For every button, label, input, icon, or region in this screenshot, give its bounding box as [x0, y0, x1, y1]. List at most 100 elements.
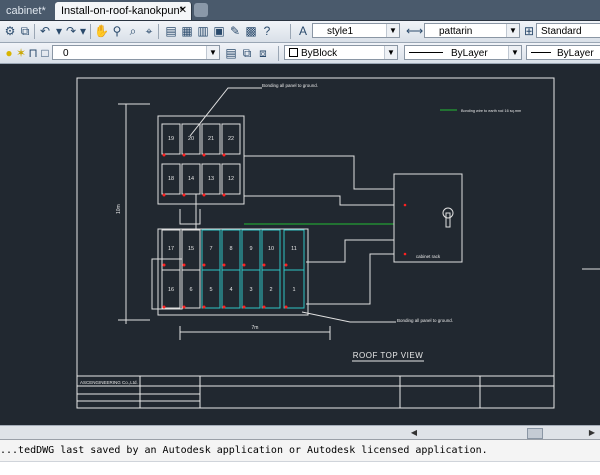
standard-toolbar: ⚙ ⧉ ↶ ▾ ↷ ▾ ✋ ⚲ ⌕ ⌖ ▤ ▦ ▥ ▣ ✎ ▩ ? A styl…: [0, 21, 600, 43]
chevron-down-icon[interactable]: ▼: [384, 46, 397, 59]
zoom-window-icon[interactable]: ⌕: [126, 24, 140, 38]
leader-line-top: [189, 87, 262, 137]
chevron-down-icon[interactable]: ▼: [508, 46, 521, 59]
text-style-value: style1: [327, 26, 354, 37]
dimension-style-select[interactable]: pattarin ▼: [424, 23, 520, 38]
layer-value: 0: [63, 48, 69, 59]
zoom-realtime-icon[interactable]: ⚲: [110, 24, 124, 38]
tab-label: Install-on-roof-kanokpun*: [61, 5, 184, 17]
layer-previous-icon[interactable]: ⧈: [256, 46, 270, 60]
color-swatch: [289, 48, 298, 57]
tab-install-on-roof[interactable]: Install-on-roof-kanokpun* ✕: [55, 2, 192, 20]
scrollbar-thumb[interactable]: [527, 428, 543, 439]
panel-number: 20: [188, 136, 194, 142]
dimension-style-value: pattarin: [439, 26, 473, 37]
chevron-down-icon[interactable]: ▼: [506, 24, 519, 37]
tab-cabinet[interactable]: cabinet*: [0, 2, 57, 20]
drawing-canvas[interactable]: ASCENGINEERING Co.,Ltd. 19 20 21 22 18 1…: [0, 64, 600, 425]
toolbar-separator: [90, 24, 91, 39]
panel-number: 11: [291, 246, 297, 252]
text-style-select[interactable]: style1 ▼: [312, 23, 400, 38]
calculator-icon[interactable]: ▩: [244, 24, 258, 38]
dimension-horizontal: 7m: [252, 325, 259, 331]
text-style-icon[interactable]: A: [296, 24, 310, 38]
markup-icon[interactable]: ✎: [228, 24, 242, 38]
scroll-left-icon[interactable]: ◀: [408, 427, 420, 438]
lower-panels: [201, 229, 305, 309]
panel-number: 19: [168, 136, 174, 142]
help-icon[interactable]: ?: [260, 24, 274, 38]
make-current-layer-icon[interactable]: ⧉: [240, 46, 254, 60]
panel-number: 12: [228, 176, 234, 182]
close-icon[interactable]: ✕: [179, 2, 187, 20]
undo-icon[interactable]: ↶: [38, 24, 52, 38]
chevron-down-icon[interactable]: ▾: [76, 24, 90, 38]
panel-number: 4: [229, 287, 232, 293]
linetype-select[interactable]: ByLayer ▼: [404, 45, 522, 60]
title-block-company: ASCENGINEERING Co.,Ltd.: [80, 380, 138, 385]
cabinet-label: cabinet rack: [416, 254, 441, 259]
panel-number: 14: [188, 176, 194, 182]
zoom-previous-icon[interactable]: ⌖: [142, 24, 156, 38]
panel-number: 22: [228, 136, 234, 142]
panel-number: 6: [189, 287, 192, 293]
sheet-border: [76, 77, 555, 409]
layer-color-icon[interactable]: □: [38, 46, 52, 60]
chevron-down-icon[interactable]: ▼: [206, 46, 219, 59]
command-line: ...tedDWG last saved by an Autodesk appl…: [0, 439, 600, 475]
panel-number: 21: [208, 136, 214, 142]
cabinet-handle: [445, 212, 451, 228]
lower-array-outline: [151, 258, 183, 310]
panel-number: 8: [229, 246, 232, 252]
pan-hand-icon[interactable]: ✋: [94, 24, 109, 38]
lineweight-select[interactable]: ByLayer: [526, 45, 600, 60]
view-title: ROOF TOP VIEW: [353, 351, 424, 360]
panel-number: 17: [168, 246, 174, 252]
color-value: ByBlock: [301, 48, 338, 59]
layer-select[interactable]: 0 ▼: [52, 45, 220, 60]
panel-number: 7: [209, 246, 212, 252]
scroll-right-icon[interactable]: ▶: [586, 427, 598, 438]
linetype-value: ByLayer: [451, 48, 488, 59]
upper-terminals: [162, 153, 226, 197]
tool-palettes-icon[interactable]: ▥: [196, 24, 210, 38]
toolbar-separator: [158, 24, 159, 39]
upper-panels-row1: [161, 123, 241, 195]
panel-number: 3: [249, 287, 252, 293]
cabinet-terminals: [403, 203, 407, 256]
design-center-icon[interactable]: ▦: [180, 24, 194, 38]
panel-number: 9: [249, 246, 252, 252]
new-tab-button[interactable]: [194, 3, 208, 17]
toolbar-separator: [34, 24, 35, 39]
table-style-select[interactable]: Standard: [536, 23, 600, 38]
sheet-set-icon[interactable]: ▣: [212, 24, 226, 38]
layers-toolbar: ● ✶ ⊓ □ 0 ▼ ▤ ⧉ ⧈ ByBlock ▼ ByLayer ▼ By…: [0, 43, 600, 64]
annotation-top: Bonding all panel to ground.: [262, 83, 318, 88]
panel-number: 5: [209, 287, 212, 293]
match-properties-icon[interactable]: ⚙: [3, 24, 17, 38]
panel-number: 13: [208, 176, 214, 182]
panel-number: 16: [168, 287, 174, 293]
chevron-down-icon[interactable]: ▼: [386, 24, 399, 37]
panel-number: 10: [268, 246, 274, 252]
table-style-icon[interactable]: ⊞: [522, 24, 536, 38]
cabinet-rack: [393, 173, 463, 263]
toolbar-separator: [290, 24, 291, 39]
panel-number: 18: [168, 176, 174, 182]
panel-number: 1: [292, 287, 295, 293]
copy-icon[interactable]: ⧉: [18, 24, 32, 38]
command-history-text: ...tedDWG last saved by an Autodesk appl…: [0, 445, 488, 456]
dimension-vertical: 10m: [116, 204, 122, 214]
panel-number: 2: [269, 287, 272, 293]
file-tab-bar: cabinet* Install-on-roof-kanokpun* ✕: [0, 0, 600, 21]
horizontal-scrollbar[interactable]: ◀ ▶: [0, 425, 600, 439]
upper-array-outline: [157, 115, 245, 205]
lineweight-value: ByLayer: [557, 48, 594, 59]
layer-properties-icon[interactable]: ▤: [224, 46, 238, 60]
properties-icon[interactable]: ▤: [164, 24, 178, 38]
color-select[interactable]: ByBlock ▼: [284, 45, 398, 60]
linetype-sample: [409, 52, 443, 53]
panel-number: 15: [188, 246, 194, 252]
dimension-style-icon[interactable]: ⟷: [406, 24, 423, 38]
tab-label: cabinet*: [6, 5, 46, 17]
